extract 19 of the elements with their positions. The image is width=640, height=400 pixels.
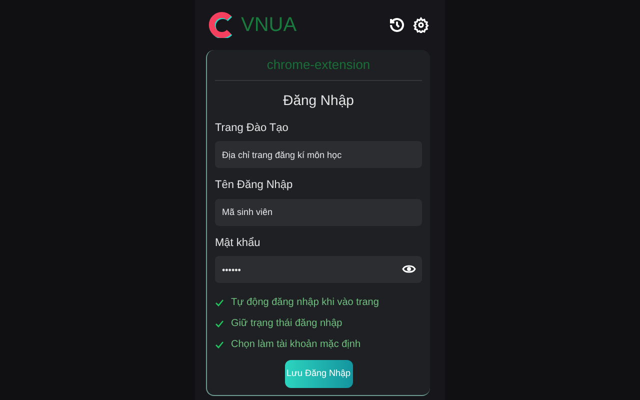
eye-icon[interactable] <box>402 264 416 274</box>
option-label: Chọn làm tài khoản mặc định <box>231 338 361 352</box>
history-icon[interactable] <box>389 17 405 33</box>
card-subtitle: chrome-extension <box>215 50 422 80</box>
check-icon[interactable] <box>215 298 224 306</box>
brand-name: VNUA <box>241 13 297 38</box>
check-icon[interactable] <box>215 340 224 348</box>
card-title: Đăng Nhập <box>282 90 355 110</box>
logo-icon <box>207 12 233 38</box>
field-label: Mật khẩu <box>215 236 262 250</box>
input-field[interactable]: Mã sinh viên <box>215 198 422 226</box>
check-icon[interactable] <box>215 320 224 328</box>
password-field[interactable]: •••••• <box>215 256 422 283</box>
settings-icon[interactable] <box>413 17 429 33</box>
option-label: Giữ trạng thái đăng nhập <box>231 317 342 331</box>
option-label: Tự động đăng nhập khi vào trang <box>231 296 379 310</box>
field-label: Tên Đăng Nhập <box>215 178 294 193</box>
input-field[interactable]: Địa chỉ trang đăng kí môn học <box>215 141 422 168</box>
field-label: Trang Đào Tạo <box>215 120 290 136</box>
